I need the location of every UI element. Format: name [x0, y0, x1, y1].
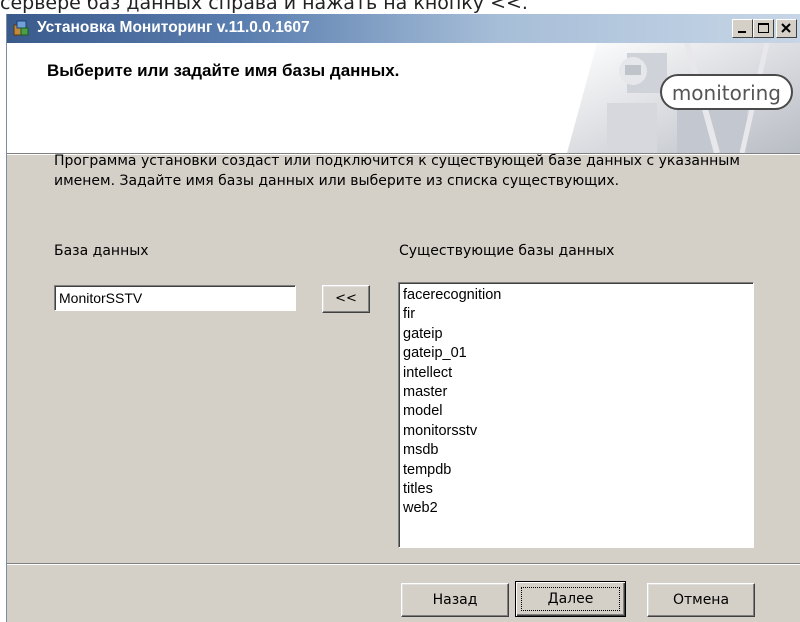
close-button[interactable] — [776, 19, 797, 38]
close-icon — [781, 23, 791, 33]
maximize-icon — [758, 23, 769, 33]
database-name-input[interactable] — [54, 285, 296, 311]
list-item[interactable]: fir — [403, 305, 753, 324]
list-item[interactable]: master — [403, 383, 753, 402]
title-bar[interactable]: Установка Мониторинг v.11.0.0.1607 — [7, 14, 800, 43]
list-item[interactable]: titles — [403, 480, 753, 499]
minimize-icon — [738, 31, 746, 33]
list-item[interactable]: web2 — [403, 499, 753, 518]
list-item[interactable]: gateip — [403, 325, 753, 344]
list-item[interactable]: facerecognition — [403, 286, 753, 305]
monitoring-logo: monitoring — [659, 74, 793, 110]
minimize-button[interactable] — [732, 19, 753, 38]
header-panel: Выберите или задайте имя базы данных. mo… — [7, 43, 800, 153]
back-button[interactable]: Назад — [401, 583, 509, 617]
database-label: База данных — [54, 243, 149, 259]
page-title: Выберите или задайте имя базы данных. — [47, 61, 400, 80]
cancel-button[interactable]: Отмена — [647, 583, 755, 617]
list-item[interactable]: msdb — [403, 441, 753, 460]
installer-window: Установка Мониторинг v.11.0.0.1607 Выбер… — [6, 14, 800, 622]
next-button[interactable]: Далее — [515, 581, 626, 617]
list-item[interactable]: tempdb — [403, 461, 753, 480]
maximize-button[interactable] — [753, 19, 774, 38]
existing-databases-label: Существующие базы данных — [399, 243, 615, 259]
footer-separator — [7, 563, 800, 565]
installer-icon — [12, 19, 30, 37]
window-title: Установка Мониторинг v.11.0.0.1607 — [37, 19, 310, 36]
existing-databases-list[interactable]: facerecognition fir gateip gateip_01 int… — [398, 282, 754, 548]
list-item[interactable]: model — [403, 402, 753, 421]
monitoring-banner: monitoring — [567, 43, 800, 153]
list-item[interactable]: gateip_01 — [403, 344, 753, 363]
description-text: Программа установки создаст или подключи… — [54, 153, 740, 189]
list-item[interactable]: intellect — [403, 364, 753, 383]
list-item[interactable]: monitorsstv — [403, 422, 753, 441]
next-button-label: Далее — [547, 591, 594, 607]
copy-selection-button[interactable]: << — [322, 285, 370, 313]
page-caption: серверe баз данных справа и нажать на кн… — [0, 0, 528, 14]
